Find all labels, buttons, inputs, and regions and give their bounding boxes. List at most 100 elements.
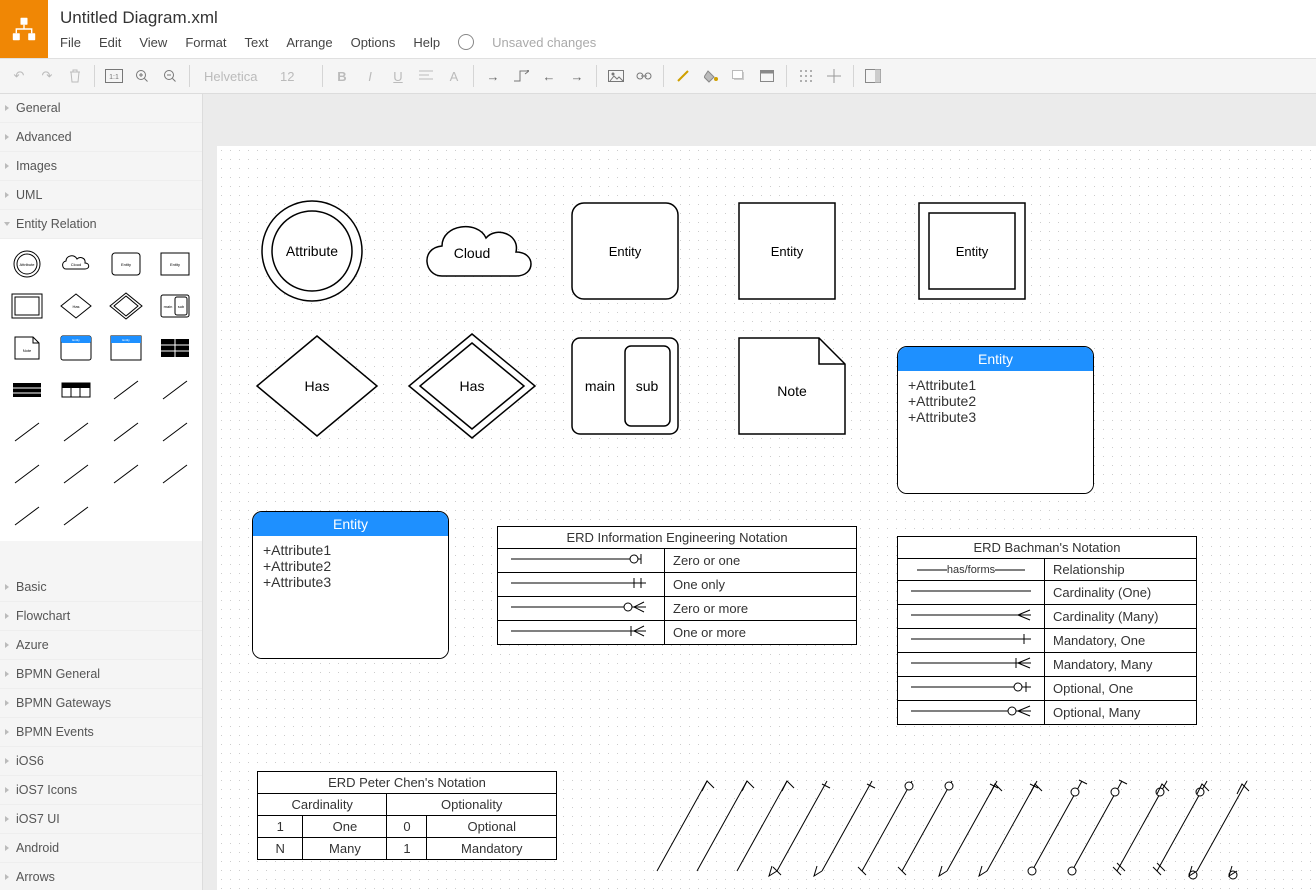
font-size-field[interactable]: 12 [272,69,316,84]
shape-line-7[interactable] [4,455,50,493]
shape-line-10[interactable] [153,455,199,493]
palette-basic[interactable]: Basic [0,573,202,602]
shape-line-8[interactable] [54,455,100,493]
palette-ios7-icons[interactable]: iOS7 Icons [0,776,202,805]
redo-button[interactable]: ↷ [34,64,60,88]
shadow-button[interactable] [726,64,752,88]
italic-button[interactable]: I [357,64,383,88]
shape-line-5[interactable] [103,413,149,451]
shape-has-diamond[interactable]: Has [54,287,100,325]
palette-bpmn-general[interactable]: BPMN General [0,660,202,689]
canvas-main-sub[interactable]: mainsub [570,336,680,436]
shape-line-3[interactable] [4,413,50,451]
align-button[interactable] [413,64,439,88]
menu-arrange[interactable]: Arrange [286,35,332,50]
menu-options[interactable]: Options [351,35,396,50]
canvas-entity-double[interactable]: Entity [917,201,1027,301]
shape-line-12[interactable] [54,497,100,535]
palette-images[interactable]: Images [0,152,202,181]
canvas-cloud[interactable]: Cloud [412,206,532,296]
fill-color-button[interactable] [698,64,724,88]
shape-note[interactable]: Note [4,329,50,367]
canvas-has-double-diamond[interactable]: Has [407,331,537,441]
shape-line-6[interactable] [153,413,199,451]
canvas-entity-rect[interactable]: Entity [737,201,837,301]
palette-ios6[interactable]: iOS6 [0,747,202,776]
insert-link-button[interactable] [631,64,657,88]
zoom-out-button[interactable] [157,64,183,88]
font-color-button[interactable]: A [441,64,467,88]
canvas-connector-lines[interactable] [637,766,1287,890]
palette-azure[interactable]: Azure [0,631,202,660]
svg-text:Entity: Entity [609,244,642,259]
menu-view[interactable]: View [139,35,167,50]
menu-edit[interactable]: Edit [99,35,121,50]
line-start-button[interactable]: ← [536,64,562,88]
shape-has-double-diamond[interactable] [103,287,149,325]
menu-help[interactable]: Help [413,35,440,50]
bold-button[interactable]: B [329,64,355,88]
document-title[interactable]: Untitled Diagram.xml [60,0,1316,28]
shape-entity-rect[interactable]: Entity [153,245,199,283]
shape-entity-double[interactable] [4,287,50,325]
shape-line-11[interactable] [4,497,50,535]
format-panel-button[interactable] [860,64,886,88]
canvas[interactable]: Attribute Cloud Entity Entity Entity Has… [217,146,1316,890]
menu-text[interactable]: Text [244,35,268,50]
palette-uml[interactable]: UML [0,181,202,210]
zoom-in-button[interactable] [129,64,155,88]
shape-line-1[interactable] [103,371,149,409]
canvas-entity-card-1[interactable]: Entity +Attribute1 +Attribute2 +Attribut… [897,346,1094,494]
menu-format[interactable]: Format [185,35,226,50]
shape-table-header[interactable] [54,371,100,409]
palette-bpmn-events[interactable]: BPMN Events [0,718,202,747]
delete-button[interactable] [62,64,88,88]
undo-button[interactable]: ↶ [6,64,32,88]
shape-main-sub[interactable]: mainsub [153,287,199,325]
palette-advanced[interactable]: Advanced [0,123,202,152]
palette-general[interactable]: General [0,94,202,123]
palette-flowchart[interactable]: Flowchart [0,602,202,631]
actual-size-button[interactable]: 1:1 [101,64,127,88]
canvas-bachman-table[interactable]: ERD Bachman's Notation has/formsRelation… [897,536,1197,725]
menu-file[interactable]: File [60,35,81,50]
line-color-button[interactable] [670,64,696,88]
shape-entity-card-blue[interactable]: Entity [54,329,100,367]
canvas-chen-table[interactable]: ERD Peter Chen's Notation CardinalityOpt… [257,771,557,860]
shape-cloud[interactable]: Cloud [54,245,100,283]
shape-attribute[interactable]: Attribute [4,245,50,283]
edit-style-button[interactable] [754,64,780,88]
palette-bpmn-gateways[interactable]: BPMN Gateways [0,689,202,718]
palette-android[interactable]: Android [0,834,202,863]
canvas-attribute[interactable]: Attribute [257,196,367,306]
palette-ios7-ui[interactable]: iOS7 UI [0,805,202,834]
underline-button[interactable]: U [385,64,411,88]
line-end-button[interactable]: → [564,64,590,88]
canvas-entity-card-2[interactable]: Entity +Attribute1 +Attribute2 +Attribut… [252,511,449,659]
canvas-has-diamond[interactable]: Has [252,331,382,441]
font-family-field[interactable]: Helvetica [196,69,270,84]
ie-title: ERD Information Engineering Notation [498,527,857,549]
shape-entity-card-blue2[interactable]: Entity [103,329,149,367]
waypoint-button[interactable] [508,64,534,88]
canvas-note[interactable]: Note [737,336,847,436]
shape-table-dark2[interactable] [4,371,50,409]
connection-button[interactable]: → [480,64,506,88]
menu-bar: File Edit View Format Text Arrange Optio… [60,28,1316,50]
canvas-entity-rounded[interactable]: Entity [570,201,680,301]
shape-line-2[interactable] [153,371,199,409]
shape-line-4[interactable] [54,413,100,451]
canvas-area[interactable]: Attribute Cloud Entity Entity Entity Has… [203,94,1316,890]
guides-button[interactable] [821,64,847,88]
insert-image-button[interactable] [603,64,629,88]
canvas-ie-table[interactable]: ERD Information Engineering Notation Zer… [497,526,857,645]
chen-h1: Cardinality [258,794,387,816]
shape-table-dark[interactable] [153,329,199,367]
shape-line-9[interactable] [103,455,149,493]
palette-entity-relation[interactable]: Entity Relation [0,210,202,239]
shape-entity-rounded[interactable]: Entity [103,245,149,283]
language-icon[interactable] [458,34,474,50]
palette-arrows[interactable]: Arrows [0,863,202,890]
grid-dots-button[interactable] [793,64,819,88]
app-logo[interactable] [0,0,48,58]
